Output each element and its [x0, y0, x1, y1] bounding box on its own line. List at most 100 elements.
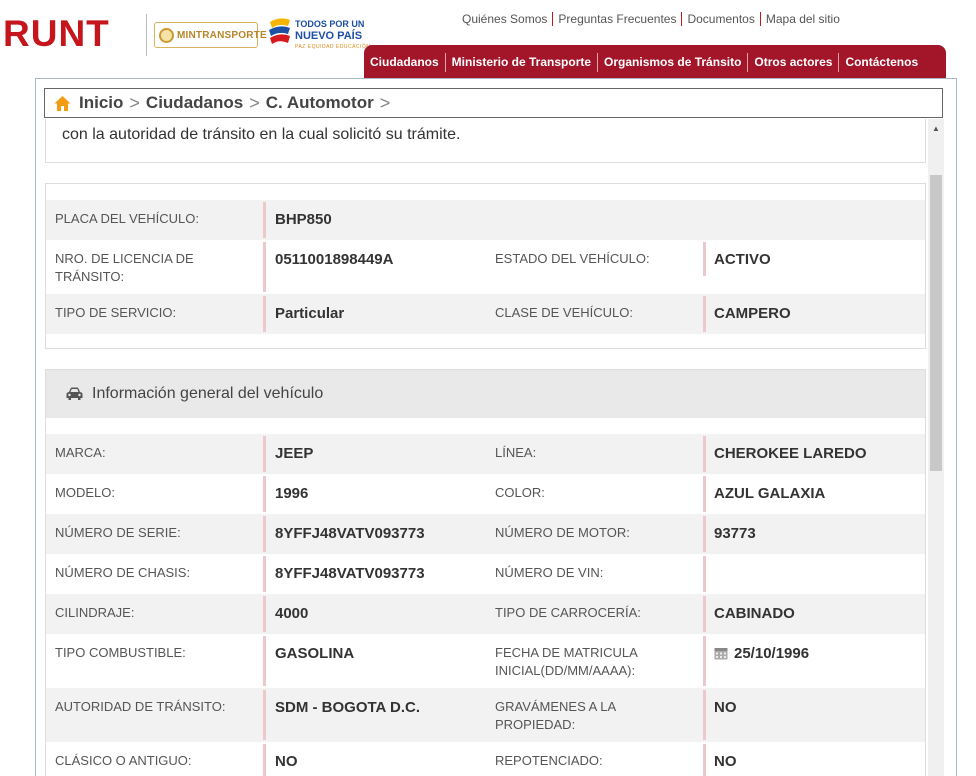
main-nav: Ciudadanos Ministerio de Transporte Orga…: [364, 45, 946, 78]
mintransporte-logo-text: MINTRANSPORTE: [177, 29, 267, 41]
autoridad-value: SDM - BOGOTA D.C.: [275, 699, 420, 716]
licencia-value: 0511001898449A: [275, 251, 394, 268]
modelo-value: 1996: [275, 485, 309, 502]
serie-label: NÚMERO DE SERIE:: [55, 525, 181, 540]
runt-logo[interactable]: RUNT: [3, 15, 110, 52]
info-row: MARCA: JEEP LÍNEA: CHEROKEE LAREDO: [46, 434, 925, 474]
combustible-label: TIPO COMBUSTIBLE:: [55, 645, 186, 660]
value-divider: [263, 436, 266, 472]
top-link-mapa-del-sitio[interactable]: Mapa del sitio: [759, 12, 845, 26]
autoridad-label: AUTORIDAD DE TRÁNSITO:: [55, 699, 226, 714]
nuevo-pais-line2: NUEVO PAÍS: [295, 30, 363, 42]
nuevo-pais-mark-icon: [269, 18, 290, 44]
info-row: CILINDRAJE: 4000 TIPO DE CARROCERÍA: CAB…: [46, 594, 925, 634]
nav-item-ministerio[interactable]: Ministerio de Transporte: [444, 53, 597, 72]
fecha-matricula-value: 25/10/1996: [734, 645, 810, 662]
car-icon: [66, 387, 83, 400]
chasis-value: 8YFFJ48VATV093773: [275, 565, 425, 582]
top-link-documentos[interactable]: Documentos: [681, 12, 759, 26]
estado-value: ACTIVO: [714, 251, 771, 268]
repotenciado-label: REPOTENCIADO:: [495, 753, 603, 768]
clasico-label: CLÁSICO O ANTIGUO:: [55, 753, 192, 768]
modelo-label: MODELO:: [55, 485, 115, 500]
value-divider: [263, 596, 266, 632]
marca-value: JEEP: [275, 445, 314, 462]
breadcrumb-separator-icon: >: [379, 92, 391, 113]
value-divider: [703, 596, 706, 632]
seal-icon: [159, 27, 174, 43]
breadcrumb-separator-icon: >: [129, 92, 140, 113]
carroceria-label: TIPO DE CARROCERÍA:: [495, 605, 641, 620]
breadcrumb-separator-icon: >: [249, 92, 260, 113]
logo-divider: [146, 14, 147, 56]
summary-row: NRO. DE LICENCIA DE TRÁNSITO: 0511001898…: [46, 240, 925, 294]
breadcrumb-ciudadanos[interactable]: Ciudadanos: [146, 93, 243, 113]
info-row: MODELO: 1996 COLOR: AZUL GALAXIA: [46, 474, 925, 514]
chasis-label: NÚMERO DE CHASIS:: [55, 565, 191, 580]
scroll-up-arrow-icon[interactable]: ▲: [928, 119, 944, 137]
nav-item-organismos[interactable]: Organismos de Tránsito: [597, 53, 747, 72]
value-divider: [263, 296, 266, 332]
serie-value: 8YFFJ48VATV093773: [275, 525, 425, 542]
top-link-preguntas-frecuentes[interactable]: Preguntas Frecuentes: [552, 12, 681, 26]
summary-row: TIPO DE SERVICIO: Particular CLASE DE VE…: [46, 294, 925, 334]
placa-value: BHP850: [275, 211, 332, 228]
clase-label: CLASE DE VEHÍCULO:: [495, 305, 633, 320]
placa-label: PLACA DEL VEHÍCULO:: [55, 211, 200, 226]
repotenciado-value: NO: [714, 753, 737, 770]
general-info-title: Información general del vehículo: [92, 385, 324, 402]
value-divider: [263, 242, 266, 292]
nav-item-otros-actores[interactable]: Otros actores: [747, 53, 838, 72]
notice-box: con la autoridad de tránsito en la cual …: [45, 119, 926, 163]
notice-text: con la autoridad de tránsito en la cual …: [62, 126, 461, 143]
info-row: CLÁSICO O ANTIGUO: NO REPOTENCIADO: NO: [46, 742, 925, 776]
linea-value: CHEROKEE LAREDO: [714, 445, 867, 462]
summary-row: PLACA DEL VEHÍCULO: BHP850: [46, 200, 925, 240]
estado-label: ESTADO DEL VEHÍCULO:: [495, 251, 650, 266]
value-divider: [263, 516, 266, 552]
content-frame: Inicio > Ciudadanos > C. Automotor > con…: [35, 78, 957, 776]
motor-value: 93773: [714, 525, 756, 542]
value-divider: [263, 690, 266, 740]
mintransporte-logo[interactable]: MINTRANSPORTE: [154, 22, 267, 48]
top-link-quienes-somos[interactable]: Quiénes Somos: [457, 12, 552, 26]
gravamenes-value: NO: [714, 699, 737, 716]
info-row: NÚMERO DE SERIE: 8YFFJ48VATV093773 NÚMER…: [46, 514, 925, 554]
value-divider: [703, 516, 706, 552]
value-divider: [703, 690, 706, 740]
scrollbar-thumb[interactable]: [930, 175, 942, 471]
value-divider: [263, 636, 266, 686]
value-divider: [703, 242, 706, 276]
clase-value: CAMPERO: [714, 305, 791, 322]
info-row: NÚMERO DE CHASIS: 8YFFJ48VATV093773 NÚME…: [46, 554, 925, 594]
fecha-matricula-label: FECHA DE MATRICULA INICIAL(DD/MM/AAAA):: [495, 645, 638, 678]
home-icon[interactable]: [54, 95, 71, 112]
nav-item-ciudadanos[interactable]: Ciudadanos: [364, 53, 445, 72]
gravamenes-label: GRAVÁMENES A LA PROPIEDAD:: [495, 699, 616, 732]
scroll-area[interactable]: con la autoridad de tránsito en la cual …: [36, 119, 927, 776]
value-divider: [703, 436, 706, 472]
value-divider: [703, 744, 706, 776]
value-divider: [703, 556, 706, 592]
value-divider: [703, 296, 706, 332]
linea-label: LÍNEA:: [495, 445, 537, 460]
nuevo-pais-logo[interactable]: TODOS POR UN NUEVO PAÍS PAZ EQUIDAD EDUC…: [268, 14, 370, 56]
cilindraje-value: 4000: [275, 605, 309, 622]
combustible-value: GASOLINA: [275, 645, 355, 662]
general-info-header[interactable]: Información general del vehículo: [46, 370, 925, 418]
breadcrumb: Inicio > Ciudadanos > C. Automotor >: [44, 88, 943, 118]
vertical-scrollbar[interactable]: ▲: [928, 119, 944, 776]
vehicle-summary-panel: PLACA DEL VEHÍCULO: BHP850 NRO. DE LICEN…: [45, 183, 926, 349]
value-divider: [263, 202, 266, 238]
motor-label: NÚMERO DE MOTOR:: [495, 525, 630, 540]
breadcrumb-automotor[interactable]: C. Automotor: [266, 93, 374, 113]
info-row: TIPO COMBUSTIBLE: GASOLINA FECHA DE MATR…: [46, 634, 925, 688]
site-header: RUNT MINTRANSPORTE TODOS POR UN NUEVO PA…: [0, 0, 976, 78]
nav-item-contactenos[interactable]: Contáctenos: [838, 53, 924, 72]
nuevo-pais-line1: TODOS POR UN: [295, 19, 365, 29]
color-label: COLOR:: [495, 485, 545, 500]
info-row: AUTORIDAD DE TRÁNSITO: SDM - BOGOTA D.C.…: [46, 688, 925, 742]
clasico-value: NO: [275, 753, 298, 770]
breadcrumb-inicio[interactable]: Inicio: [79, 93, 123, 113]
general-info-panel: Información general del vehículo MARCA: …: [45, 369, 926, 776]
